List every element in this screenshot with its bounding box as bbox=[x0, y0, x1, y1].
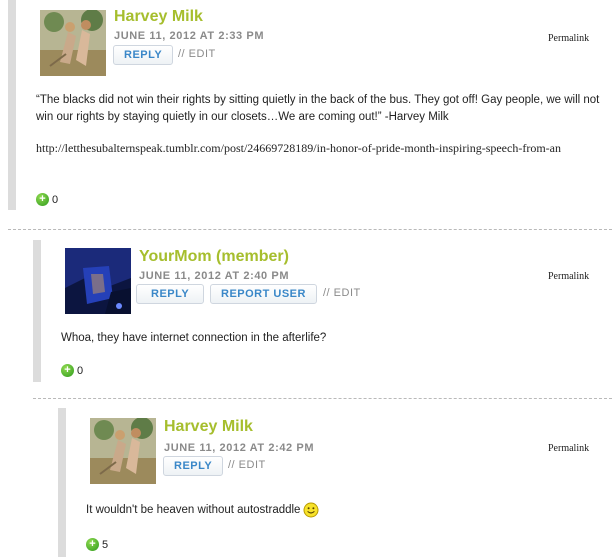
avatar-photo-icon bbox=[65, 248, 131, 314]
report-user-button[interactable]: REPORT USER bbox=[210, 284, 317, 304]
vote-control[interactable]: + 5 bbox=[86, 538, 108, 551]
comment-date: JUNE 11, 2012 AT 2:40 PM bbox=[139, 270, 290, 282]
comment-date: JUNE 11, 2012 AT 2:42 PM bbox=[164, 442, 315, 454]
comment-author[interactable]: Harvey Milk bbox=[164, 418, 253, 436]
vote-control[interactable]: + 0 bbox=[61, 364, 83, 377]
permalink-link[interactable]: Permalink bbox=[548, 271, 589, 282]
edit-link[interactable]: // EDIT bbox=[323, 287, 361, 299]
comment-author[interactable]: YourMom (member) bbox=[139, 248, 289, 266]
comment-divider bbox=[33, 398, 612, 399]
permalink-link[interactable]: Permalink bbox=[548, 33, 589, 44]
comment-text: It wouldn't be heaven without autostradd… bbox=[86, 502, 596, 519]
thread-bar bbox=[8, 0, 16, 210]
vote-count: 5 bbox=[102, 538, 109, 551]
comment-text-body: It wouldn't be heaven without autostradd… bbox=[86, 504, 301, 517]
avatar-photo-icon bbox=[40, 10, 106, 76]
vote-control[interactable]: + 0 bbox=[36, 193, 58, 206]
reply-button[interactable]: REPLY bbox=[136, 284, 205, 304]
plus-vote-icon[interactable]: + bbox=[86, 538, 99, 551]
thread-bar bbox=[33, 240, 41, 382]
avatar[interactable] bbox=[90, 418, 156, 484]
vote-count: 0 bbox=[52, 193, 59, 206]
edit-link[interactable]: // EDIT bbox=[228, 459, 266, 471]
plus-vote-icon[interactable]: + bbox=[36, 193, 49, 206]
reply-button[interactable]: REPLY bbox=[113, 45, 174, 65]
comment-1: Harvey Milk JUNE 11, 2012 AT 2:33 PM REP… bbox=[8, 0, 612, 210]
comment-2: YourMom (member) JUNE 11, 2012 AT 2:40 P… bbox=[33, 240, 612, 382]
smiley-icon bbox=[303, 502, 319, 518]
comment-date: JUNE 11, 2012 AT 2:33 PM bbox=[114, 30, 265, 42]
edit-link[interactable]: // EDIT bbox=[178, 48, 216, 60]
plus-vote-icon[interactable]: + bbox=[61, 364, 74, 377]
avatar-photo-icon bbox=[90, 418, 156, 484]
permalink-link[interactable]: Permalink bbox=[548, 443, 589, 454]
comment-author[interactable]: Harvey Milk bbox=[114, 8, 203, 26]
comment-url[interactable]: http://letthesubalternspeak.tumblr.com/p… bbox=[36, 138, 602, 158]
comment-divider bbox=[8, 229, 612, 230]
avatar[interactable] bbox=[40, 10, 106, 76]
avatar[interactable] bbox=[65, 248, 131, 314]
vote-count: 0 bbox=[77, 364, 84, 377]
comment-text: “The blacks did not win their rights by … bbox=[36, 94, 600, 123]
thread-bar bbox=[58, 408, 66, 557]
reply-button[interactable]: REPLY bbox=[163, 456, 224, 476]
comment-text: Whoa, they have internet connection in t… bbox=[61, 332, 327, 344]
comment-3: Harvey Milk JUNE 11, 2012 AT 2:42 PM REP… bbox=[58, 408, 612, 557]
